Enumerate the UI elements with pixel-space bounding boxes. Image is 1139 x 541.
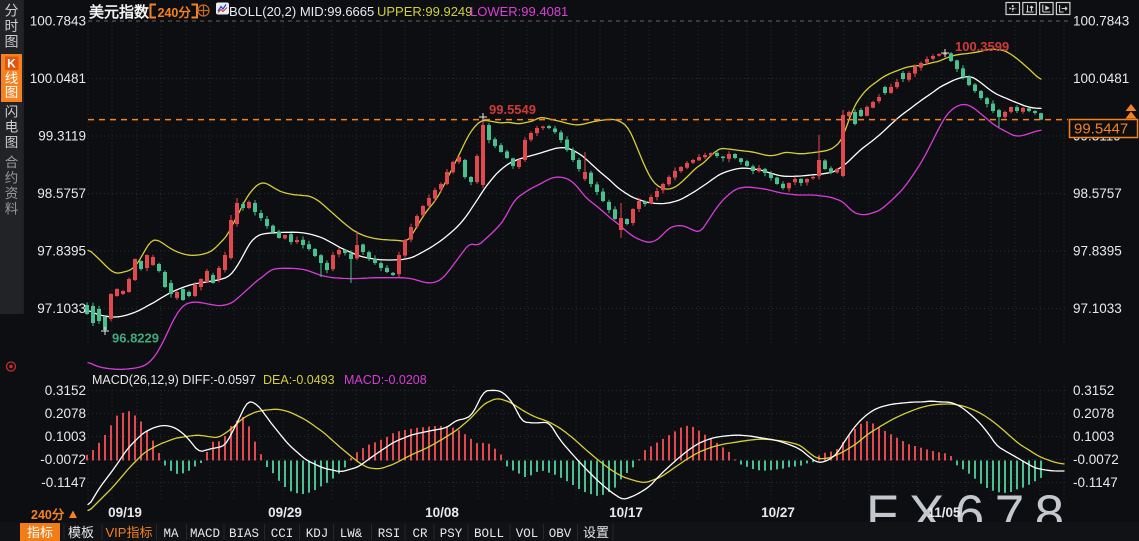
svg-text:VIP指标: VIP指标 — [106, 525, 153, 540]
svg-text:09/29: 09/29 — [268, 505, 302, 520]
svg-text:美元指数: 美元指数 — [89, 3, 150, 21]
svg-text:-0.0072: -0.0072 — [40, 452, 86, 467]
svg-text:图: 图 — [5, 34, 19, 50]
svg-text:DEA:-0.0493: DEA:-0.0493 — [263, 373, 335, 387]
svg-text:100.7843: 100.7843 — [1073, 14, 1129, 29]
svg-text:0.1003: 0.1003 — [1073, 429, 1114, 444]
svg-text:MACD(26,12,9) DIFF:-0.0597: MACD(26,12,9) DIFF:-0.0597 — [92, 373, 256, 387]
svg-text:-0.1147: -0.1147 — [41, 475, 86, 490]
svg-text:指标: 指标 — [27, 525, 53, 540]
svg-text:97.8395: 97.8395 — [1073, 244, 1122, 259]
svg-text:09/19: 09/19 — [108, 505, 142, 520]
svg-text:97.8395: 97.8395 — [37, 244, 86, 259]
svg-text:MACD:-0.0208: MACD:-0.0208 — [344, 373, 427, 387]
svg-text:0.3152: 0.3152 — [1073, 383, 1114, 398]
svg-text:电: 电 — [5, 120, 19, 135]
svg-text:约: 约 — [5, 171, 19, 186]
svg-text:K: K — [7, 57, 16, 71]
svg-text:CCI: CCI — [271, 527, 294, 541]
svg-text:MA: MA — [163, 527, 179, 541]
svg-text:LOWER:99.4081: LOWER:99.4081 — [470, 4, 568, 19]
svg-text:闪: 闪 — [5, 105, 19, 120]
svg-text:BOLL(20,2) MID:99.6665: BOLL(20,2) MID:99.6665 — [229, 4, 374, 19]
svg-text:99.5447: 99.5447 — [1074, 121, 1128, 138]
svg-text:97.1033: 97.1033 — [37, 301, 86, 316]
svg-text:98.5757: 98.5757 — [1073, 186, 1122, 201]
svg-text:0.2078: 0.2078 — [1073, 406, 1114, 421]
svg-text:OBV: OBV — [549, 527, 572, 541]
svg-text:240分: 240分 — [31, 507, 65, 522]
svg-text:100.7843: 100.7843 — [30, 14, 86, 29]
svg-text:98.5757: 98.5757 — [37, 186, 86, 201]
svg-text:100.0481: 100.0481 — [30, 71, 86, 86]
svg-text:11/05: 11/05 — [927, 505, 961, 520]
svg-text:资: 资 — [5, 186, 19, 201]
svg-text:0.1003: 0.1003 — [45, 429, 86, 444]
svg-text:图: 图 — [5, 135, 19, 150]
svg-text:BOLL: BOLL — [474, 527, 504, 541]
svg-text:BIAS: BIAS — [229, 527, 259, 541]
svg-text:100.3599: 100.3599 — [955, 39, 1009, 54]
svg-text:模板: 模板 — [68, 525, 94, 540]
svg-text:UPPER:99.9249: UPPER:99.9249 — [377, 4, 472, 19]
svg-text:100.0481: 100.0481 — [1073, 71, 1129, 86]
svg-text:99.3119: 99.3119 — [38, 129, 86, 144]
svg-text:VOL: VOL — [516, 527, 539, 541]
svg-text:10/17: 10/17 — [609, 505, 643, 520]
svg-text:PSY: PSY — [440, 527, 463, 541]
svg-text:合: 合 — [5, 155, 19, 170]
svg-text:0.3152: 0.3152 — [45, 383, 86, 398]
svg-text:10/27: 10/27 — [761, 505, 795, 520]
svg-text:线: 线 — [5, 71, 19, 86]
svg-text:设置: 设置 — [583, 525, 609, 540]
svg-text:分: 分 — [5, 3, 19, 19]
svg-text:CR: CR — [412, 527, 428, 541]
svg-text:240分: 240分 — [158, 5, 192, 20]
svg-text:料: 料 — [5, 202, 19, 217]
svg-text:图: 图 — [5, 85, 19, 100]
svg-text:RSI: RSI — [378, 527, 401, 541]
svg-text:-0.0072: -0.0072 — [1073, 452, 1119, 467]
svg-text:-0.1147: -0.1147 — [1073, 475, 1118, 490]
svg-text:KDJ: KDJ — [306, 527, 329, 541]
svg-text:MACD: MACD — [190, 527, 220, 541]
svg-text:97.1033: 97.1033 — [1073, 301, 1122, 316]
svg-text:10/08: 10/08 — [425, 505, 459, 520]
svg-text:96.8229: 96.8229 — [112, 331, 159, 346]
svg-text:99.5549: 99.5549 — [489, 102, 536, 117]
svg-text:0.2078: 0.2078 — [45, 406, 86, 421]
svg-text:时: 时 — [5, 18, 19, 34]
svg-text:LW&: LW& — [340, 527, 363, 541]
